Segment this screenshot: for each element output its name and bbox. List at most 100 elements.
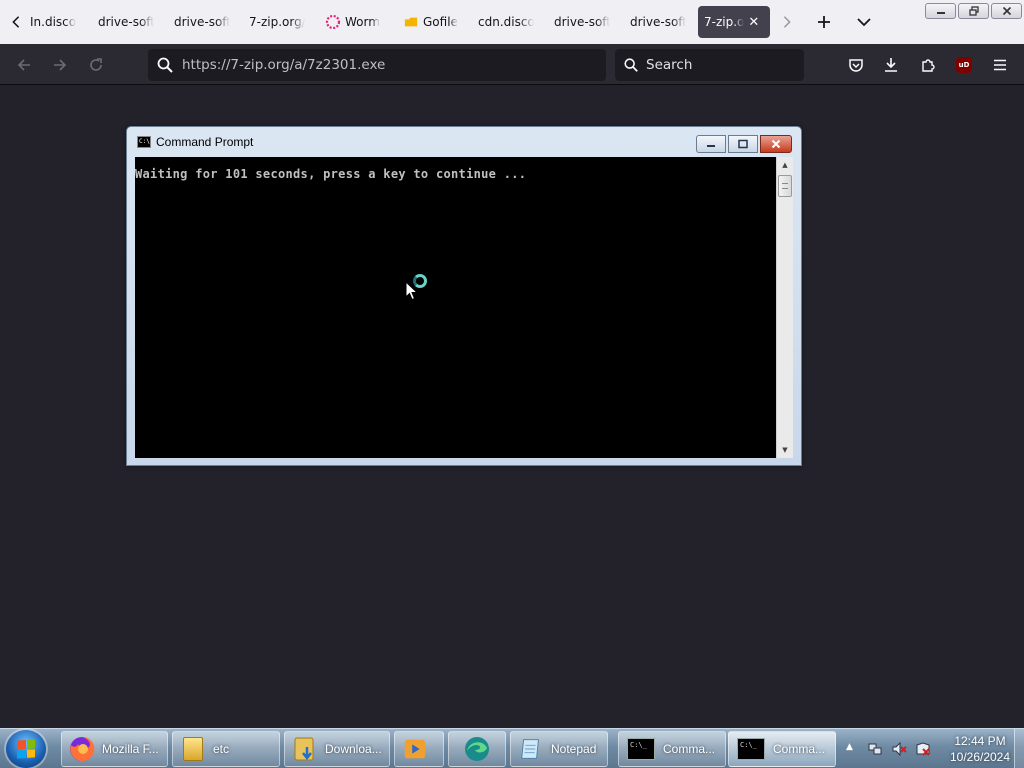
back-arrow-icon [17,59,30,71]
taskbar-button-label: Comma... [663,742,716,756]
tab-label: drive-soft [98,15,154,29]
console-line: Waiting for 101 seconds, press a key to … [135,167,527,181]
taskbar-button-media-player[interactable] [394,731,444,767]
taskbar-button-notepad[interactable]: Notepad [510,731,608,767]
browser-tab[interactable]: drive-soft [554,6,610,38]
edge-icon [463,735,491,763]
notification-area: ▲ 12:44 PM 10/26/2024 [840,729,1024,768]
tab-close-icon[interactable]: ✕ [748,15,759,30]
tab-label: 7-zip.o [704,15,745,29]
search-bar[interactable] [615,49,804,81]
chevron-right-icon [783,16,791,28]
tab-label: 7-zip.org/ [249,15,305,29]
browser-tab-active[interactable]: 7-zip.o ✕ [698,6,770,38]
url-bar[interactable]: https://7-zip.org/a/7z2301.exe [148,49,606,81]
forward-arrow-icon [54,59,67,71]
browser-tab[interactable]: 7-zip.org/ [249,6,305,38]
taskbar-button-command-prompt-active[interactable]: C:\_ Comma... [728,731,836,767]
reload-button[interactable] [82,51,110,79]
ublock-origin-button[interactable]: uD [950,51,978,79]
close-icon [771,139,781,149]
close-button[interactable] [760,135,792,153]
navigation-toolbar: https://7-zip.org/a/7z2301.exe uD [0,44,1024,85]
clock-date: 10/26/2024 [949,750,1011,764]
start-button[interactable] [6,730,46,768]
window-title: Command Prompt [156,135,254,149]
search-icon [624,58,638,72]
folder-icon [403,14,419,30]
maximize-button[interactable] [728,135,758,153]
tab-label: cdn.disco [478,15,534,29]
tab-label: drive-soft [630,15,686,29]
back-button[interactable] [10,51,38,79]
close-button[interactable] [991,3,1022,19]
scrollbar-thumb[interactable] [778,175,792,197]
taskbar-button-firefox[interactable]: Mozilla F... [61,731,168,767]
command-prompt-window[interactable]: C:\ Command Prompt Waiting for 101 secon… [126,126,802,466]
chevron-down-icon [857,18,871,27]
cmd-icon: C:\ [137,136,151,148]
ublock-origin-icon: uD [956,57,972,73]
close-icon [1002,6,1011,16]
notepad-icon [517,735,545,763]
taskbar-button-edge[interactable] [448,731,506,767]
search-icon [157,57,173,73]
forward-button[interactable] [46,51,74,79]
browser-tab[interactable]: drive-soft [98,6,154,38]
list-all-tabs-button[interactable] [850,8,878,36]
restore-button[interactable] [958,3,989,19]
pocket-icon [849,59,863,72]
browser-tab[interactable]: In.disco [30,6,80,38]
windows-logo-icon [17,739,35,759]
hamburger-menu-icon [994,59,1006,71]
taskbar-button-downloads[interactable]: Downloa... [284,731,390,767]
scroll-up-arrow-icon[interactable]: ▲ [777,157,793,173]
spinner-icon [325,14,341,30]
tab-scroll-left-button[interactable] [4,8,28,36]
browser-window-controls [925,3,1022,19]
restore-icon [968,6,979,16]
url-text: https://7-zip.org/a/7z2301.exe [182,57,386,73]
cmd-icon: C:\_ [625,735,657,763]
maximize-icon [738,139,748,149]
taskbar-button-folder-etc[interactable]: etc [172,731,280,767]
browser-tab[interactable]: Gofile [403,6,459,38]
show-desktop-button[interactable] [1014,729,1024,768]
folder-icon [179,735,207,763]
browser-tab[interactable]: drive-soft [630,6,686,38]
plus-icon [818,16,830,28]
reload-icon [90,58,102,71]
new-tab-button[interactable] [810,8,838,36]
tab-scroll-right-button[interactable] [775,8,799,36]
search-input[interactable] [646,57,796,73]
tab-strip: In.disco drive-soft drive-soft 7-zip.org… [0,0,1024,44]
taskbar-button-label: Notepad [551,742,597,756]
tab-label: Gofile [423,15,458,29]
downloads-button[interactable] [877,51,905,79]
vertical-scrollbar[interactable]: ▲ ▼ [776,157,793,458]
minimize-button[interactable] [696,135,726,153]
console-output[interactable]: Waiting for 101 seconds, press a key to … [135,157,776,458]
network-icon[interactable] [867,741,883,757]
minimize-icon [707,145,715,147]
taskbar-button-label: etc [213,742,230,756]
browser-tab[interactable]: cdn.disco [478,6,534,38]
pocket-button[interactable] [842,51,870,79]
tab-label: In.disco [30,15,77,29]
chevron-left-icon [12,16,20,28]
browser-tab[interactable]: drive-soft [174,6,230,38]
volume-muted-icon[interactable] [891,741,907,757]
scroll-down-arrow-icon[interactable]: ▼ [777,442,793,458]
tab-label: drive-soft [174,15,230,29]
app-menu-button[interactable] [986,51,1014,79]
action-center-icon[interactable] [915,741,931,757]
minimize-button[interactable] [925,3,956,19]
show-hidden-icons-button[interactable]: ▲ [846,742,853,752]
browser-tab[interactable]: Worm [325,6,385,38]
download-icon [885,58,897,72]
firefox-icon [68,735,96,763]
extensions-button[interactable] [914,51,942,79]
taskbar-button-command-prompt[interactable]: C:\_ Comma... [618,731,726,767]
minimize-icon [936,12,945,14]
system-clock[interactable]: 12:44 PM 10/26/2024 [940,733,1020,765]
